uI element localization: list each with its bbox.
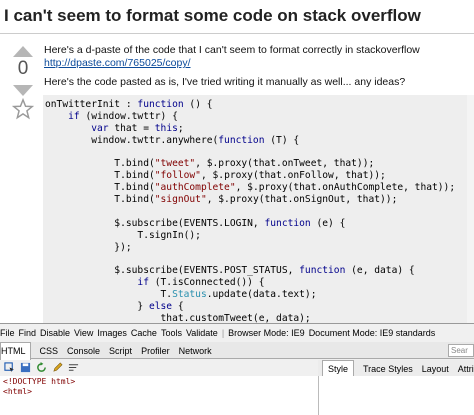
devtools-menu-disable[interactable]: Disable — [40, 325, 70, 341]
document-mode-menu[interactable]: Document Mode: IE9 standards — [309, 325, 436, 341]
code-line: } else { — [45, 301, 184, 313]
dom-node[interactable]: <!DOCTYPE html> — [3, 377, 315, 387]
devtools-menu-validate[interactable]: Validate — [186, 325, 218, 341]
devtools-tab-css[interactable]: CSS — [40, 343, 59, 360]
devtools-tab-html[interactable]: HTML — [0, 342, 31, 360]
dom-node[interactable]: <html> — [3, 387, 315, 397]
downvote-arrow-icon[interactable] — [13, 85, 33, 96]
devtools-menubar: File Find Disable View Images Cache Tools Valid… — [0, 325, 474, 341]
devtools-tab-console[interactable]: Console — [67, 343, 100, 360]
dom-tree: <!DOCTYPE html> <html> — [0, 376, 318, 415]
dpaste-link[interactable]: http://dpaste.com/765025/copy/ — [44, 57, 191, 70]
code-line: that.customTweet(e, data); — [45, 313, 311, 323]
code-line: onTwitterInit : function () { — [45, 99, 213, 110]
intro-text: Here's a d-paste of the code that I can'… — [44, 44, 420, 56]
code-line: T.Status.update(data.text); — [45, 289, 317, 301]
browser-mode-menu[interactable]: Browser Mode: IE9 — [228, 325, 305, 341]
devtools-search-input[interactable]: Sear — [448, 344, 474, 357]
code-line: if (window.twttr) { — [68, 110, 178, 122]
devtools-tab-script[interactable]: Script — [109, 343, 132, 360]
code-line: if (T.isConnected()) { — [137, 277, 265, 289]
code-line: }); — [45, 241, 132, 253]
edit-icon[interactable] — [52, 362, 63, 373]
devtools-menu-cache[interactable]: Cache — [131, 325, 157, 341]
devtools-right-tab-style[interactable]: Style — [322, 360, 355, 377]
code-line: T.bind("follow", $.proxy(that.onFollow, … — [45, 170, 386, 182]
select-element-icon[interactable] — [4, 362, 15, 373]
devtools-menu-find[interactable]: Find — [19, 325, 37, 341]
vote-count: 0 — [17, 58, 29, 79]
question-title[interactable]: I can't seem to format some code on stac… — [4, 6, 474, 26]
code-line: T.bind("tweet", $.proxy(that.onTweet, th… — [45, 158, 375, 170]
page-scrollbar[interactable] — [467, 95, 474, 323]
code-line: var that = this; — [91, 122, 184, 134]
devtools-menu-tools[interactable]: Tools — [161, 325, 182, 341]
devtools-menu-file[interactable]: File — [0, 325, 15, 341]
devtools-tab-profiler[interactable]: Profiler — [141, 343, 170, 360]
devtools-right-tab-trace-styles[interactable]: Trace Styles — [363, 361, 413, 377]
devtools-right-tab-attribu[interactable]: Attribu — [458, 361, 474, 377]
save-icon[interactable] — [20, 362, 31, 373]
devtools-menu-view[interactable]: View — [74, 325, 93, 341]
upvote-arrow-icon[interactable] — [13, 46, 33, 57]
developer-tools-panel: File Find Disable View Images Cache Tools Valid… — [0, 323, 474, 415]
devtools-tabbar: HTML CSS Console Script Profiler Network Sear — [0, 342, 474, 360]
devtools-menu-images[interactable]: Images — [97, 325, 127, 341]
title-divider — [0, 33, 474, 34]
devtools-tab-network[interactable]: Network — [179, 343, 212, 360]
devtools-right-tabs: Style Trace Styles Layout Attribu — [318, 360, 474, 377]
post-intro: Here's a d-paste of the code that I can'… — [44, 44, 472, 70]
code-line: $.subscribe(EVENTS.POST_STATUS, function… — [45, 265, 415, 277]
devtools-toolbar — [0, 360, 318, 376]
devtools-right-tab-layout[interactable]: Layout — [422, 361, 449, 377]
code-line: $.subscribe(EVENTS.LOGIN, function (e) { — [45, 217, 346, 229]
refresh-icon[interactable] — [36, 362, 47, 373]
code-block: onTwitterInit : function () { if (window… — [43, 95, 469, 323]
menu-separator: | — [221, 328, 225, 338]
word-wrap-icon[interactable] — [68, 362, 79, 373]
code-line: T.bind("signOut", $.proxy(that.onSignOut… — [45, 194, 398, 206]
code-line: window.twttr.anywhere(function (T) { — [45, 134, 300, 146]
favorite-star-icon[interactable] — [12, 98, 34, 120]
style-pane — [318, 376, 474, 415]
code-line: T.bind("authComplete", $.proxy(that.onAu… — [45, 182, 456, 194]
post-second-paragraph: Here's the code pasted as is, I've tried… — [44, 76, 406, 88]
code-line: T.signIn(); — [45, 229, 201, 241]
